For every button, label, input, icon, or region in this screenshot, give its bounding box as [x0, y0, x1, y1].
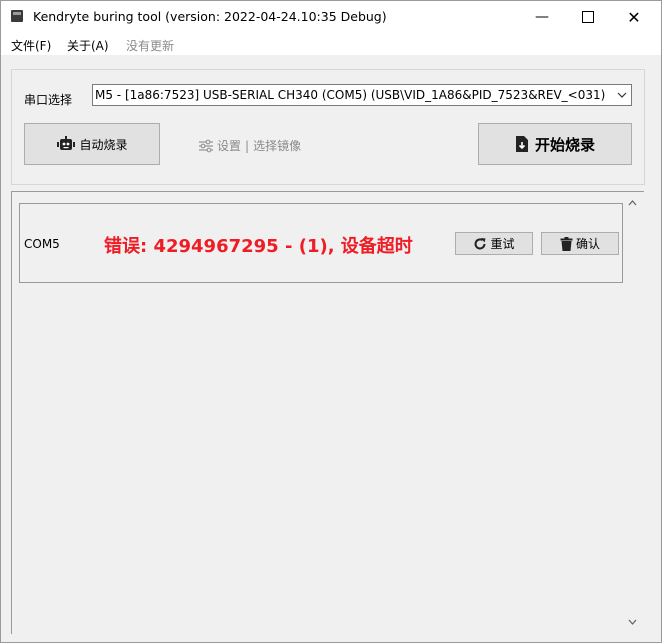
title-bar: Kendryte buring tool (version: 2022-04-2…	[1, 1, 661, 33]
auto-burn-button[interactable]: 自动烧录	[24, 123, 160, 165]
menu-file[interactable]: 文件(F)	[11, 37, 51, 54]
retry-label: 重试	[490, 237, 515, 251]
robot-icon	[56, 136, 76, 152]
confirm-button[interactable]: 确认	[541, 232, 619, 255]
close-button[interactable]: ✕	[611, 1, 657, 33]
maximize-button[interactable]	[565, 1, 611, 33]
control-panel: 串口选择 M5 - [1a86:7523] USB-SERIAL CH340 (…	[11, 69, 645, 185]
device-error-message: 错误: 4294967295 - (1), 设备超时	[104, 236, 413, 257]
select-image-link[interactable]: 选择镜像	[253, 137, 301, 154]
redo-icon	[473, 237, 487, 251]
device-row: COM5 错误: 4294967295 - (1), 设备超时 重试 确认	[19, 203, 623, 283]
settings-link[interactable]: 设置	[217, 137, 241, 154]
start-burn-button[interactable]: 开始烧录	[478, 123, 632, 165]
menu-bar: 文件(F) 关于(A) 没有更新	[1, 33, 661, 55]
menu-no-update: 没有更新	[126, 39, 175, 53]
vertical-scrollbar[interactable]	[623, 192, 641, 633]
trash-icon	[560, 236, 573, 251]
menu-about[interactable]: 关于(A)	[67, 37, 109, 54]
window-title: Kendryte buring tool (version: 2022-04-2…	[33, 9, 387, 24]
retry-button[interactable]: 重试	[455, 232, 533, 255]
sliders-icon	[198, 139, 214, 153]
device-port: COM5	[24, 237, 60, 251]
app-icon	[11, 10, 23, 22]
scroll-up-icon[interactable]	[627, 198, 637, 208]
main-window: Kendryte buring tool (version: 2022-04-2…	[0, 0, 662, 643]
maximize-icon	[582, 11, 594, 23]
minimize-button[interactable]: —	[519, 1, 565, 33]
file-download-icon	[515, 135, 529, 153]
toolbar-links: 设置 | 选择镜像	[198, 137, 301, 154]
auto-burn-label: 自动烧录	[79, 137, 128, 152]
chevron-down-icon	[613, 85, 631, 105]
scroll-down-icon[interactable]	[627, 617, 637, 627]
port-label: 串口选择	[24, 93, 73, 107]
confirm-label: 确认	[575, 237, 600, 251]
start-burn-label: 开始烧录	[534, 135, 595, 154]
port-select[interactable]: M5 - [1a86:7523] USB-SERIAL CH340 (COM5)…	[92, 84, 632, 106]
link-separator: |	[245, 138, 250, 153]
port-select-value: M5 - [1a86:7523] USB-SERIAL CH340 (COM5)…	[95, 88, 606, 102]
